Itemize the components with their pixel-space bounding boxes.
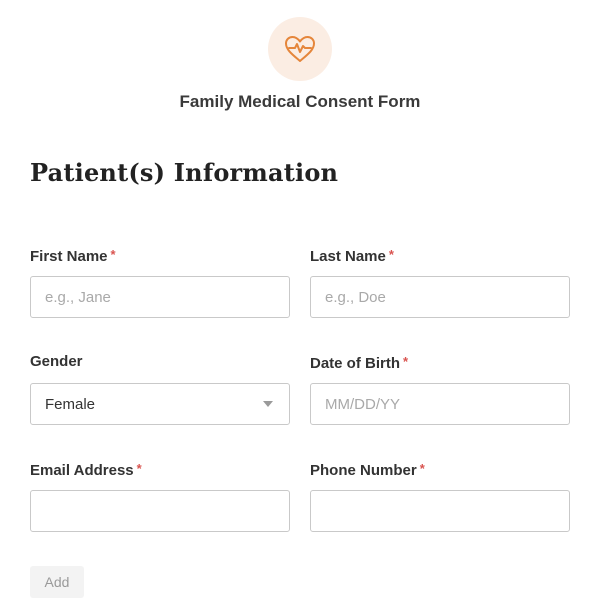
section-heading: Patient(s) Information	[30, 158, 339, 187]
required-marker: *	[136, 461, 142, 476]
phone-label-text: Phone Number	[310, 462, 417, 479]
gender-selected-value: Female	[45, 395, 96, 413]
heart-pulse-icon	[285, 36, 315, 62]
last-name-label: Last Name *	[310, 245, 570, 265]
email-field: Email Address *	[30, 459, 290, 532]
gender-field: Gender Female	[30, 352, 290, 425]
last-name-field: Last Name *	[310, 245, 570, 318]
first-name-input[interactable]	[30, 276, 290, 318]
first-name-label-text: First Name	[30, 248, 108, 265]
form-title: Family Medical Consent Form	[179, 92, 421, 111]
phone-field: Phone Number *	[310, 459, 570, 532]
email-input[interactable]	[30, 490, 290, 532]
phone-input[interactable]	[310, 490, 570, 532]
dob-label-text: Date of Birth	[310, 355, 400, 372]
phone-label: Phone Number *	[310, 459, 570, 479]
required-marker: *	[419, 461, 425, 476]
first-name-label: First Name *	[30, 245, 290, 265]
email-label-text: Email Address	[30, 462, 134, 479]
add-button[interactable]: Add	[30, 566, 84, 598]
dob-label: Date of Birth *	[310, 352, 570, 372]
required-marker: *	[388, 247, 394, 262]
dob-field: Date of Birth *	[310, 352, 570, 425]
last-name-input[interactable]	[310, 276, 570, 318]
gender-label-text: Gender	[30, 353, 83, 370]
gender-label: Gender	[30, 352, 290, 372]
required-marker: *	[403, 354, 409, 369]
dob-input[interactable]	[310, 383, 570, 425]
form-logo	[268, 17, 332, 81]
gender-select[interactable]: Female	[30, 383, 290, 425]
required-marker: *	[110, 247, 116, 262]
chevron-down-icon	[263, 401, 273, 407]
last-name-label-text: Last Name	[310, 248, 386, 265]
email-label: Email Address *	[30, 459, 290, 479]
first-name-field: First Name *	[30, 245, 290, 318]
